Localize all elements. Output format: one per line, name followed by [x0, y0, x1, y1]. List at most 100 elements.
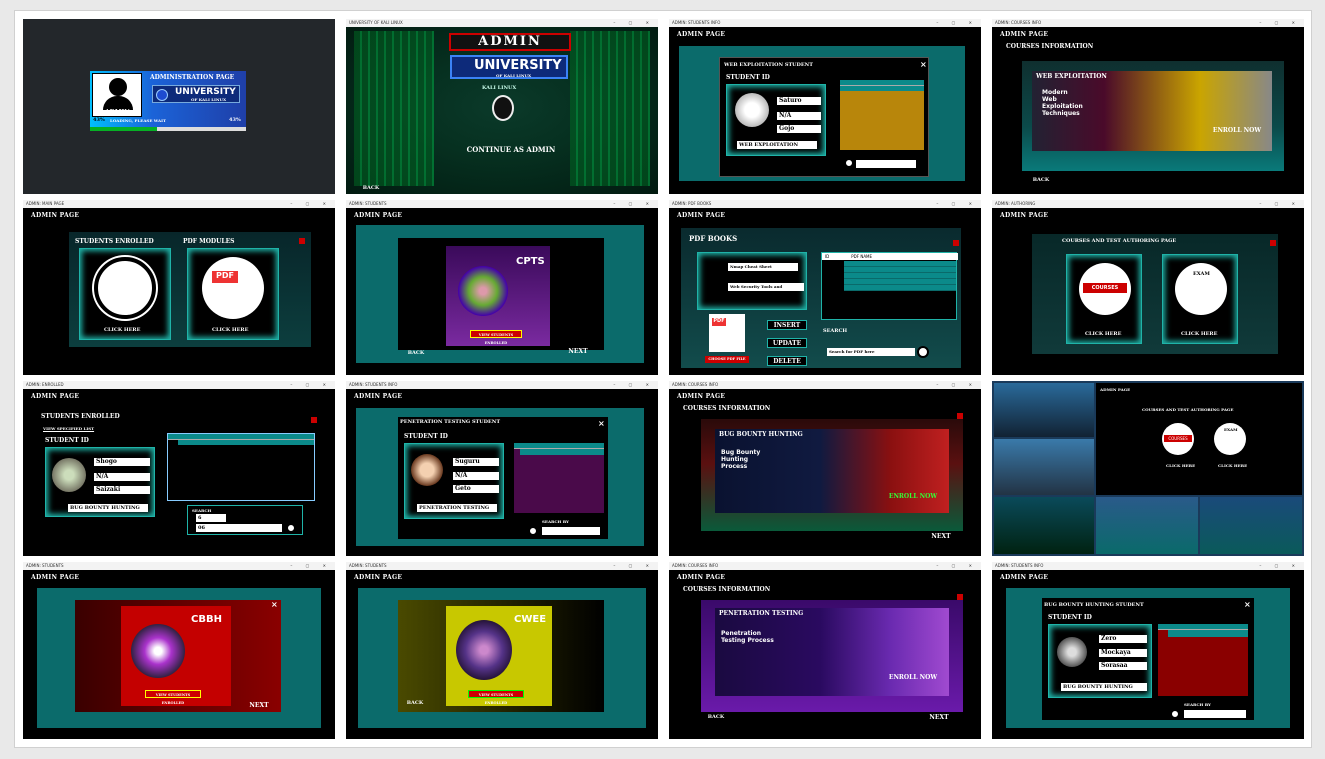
firstname-field[interactable]: Saturo — [777, 97, 821, 105]
courses-icon[interactable]: COURSES — [1162, 423, 1194, 455]
back-button[interactable]: BACK — [404, 350, 428, 356]
search-input[interactable]: 06 — [196, 524, 282, 532]
firstname-field[interactable]: Suguru — [453, 458, 499, 466]
students-card[interactable]: CLICK HERE — [79, 248, 171, 340]
middlename-field[interactable]: N/A — [94, 473, 150, 481]
course-field[interactable]: WEB EXPLOITATION — [737, 141, 817, 149]
window-controls[interactable]: – ▢ ✕ — [936, 200, 978, 208]
panel-title: WEB EXPLOITATION STUDENT — [724, 62, 813, 68]
close-icon[interactable]: × — [920, 60, 927, 69]
pdf-card[interactable]: PDF CLICK HERE — [187, 248, 279, 340]
pdf-tag: PDF — [712, 318, 726, 326]
window-controls[interactable]: – ▢ ✕ — [613, 562, 655, 570]
window-controls[interactable]: – ▢ ✕ — [936, 381, 978, 389]
middlename-field[interactable]: N/A — [453, 472, 499, 480]
table-row[interactable] — [1168, 630, 1248, 637]
next-button[interactable]: NEXT — [927, 533, 955, 540]
pdf-search-input[interactable]: Search for PDF here — [827, 348, 915, 356]
table-row[interactable] — [840, 86, 924, 91]
search-icon[interactable] — [286, 523, 296, 533]
window-controls[interactable]: – ▢ ✕ — [290, 200, 332, 208]
course-field[interactable]: PENETRATION TESTING — [417, 504, 497, 512]
view-students-button[interactable]: VIEW STUDENTS ENROLLED — [468, 690, 524, 705]
search-icon[interactable] — [528, 526, 538, 536]
window-controls[interactable]: – ▢ ✕ — [1259, 19, 1301, 27]
next-button[interactable]: NEXT — [566, 348, 590, 355]
student-panel: PENETRATION TESTING STUDENT × STUDENT ID… — [398, 417, 608, 539]
table-rows[interactable] — [844, 261, 956, 291]
table-row[interactable] — [178, 440, 314, 445]
id-field[interactable]: 6 — [196, 514, 226, 522]
students-enrolled-title: STUDENTS ENROLLED — [75, 238, 154, 245]
courses-card[interactable]: COURSES CLICK HERE — [1066, 254, 1142, 344]
choose-pdf-button[interactable]: CHOOSE PDF FILE — [705, 356, 749, 363]
course-badge: CBBH — [191, 614, 222, 625]
pdf-table[interactable]: ID PDF NAME — [821, 252, 958, 320]
close-icon[interactable]: × — [598, 419, 605, 428]
search-icon[interactable] — [917, 346, 929, 358]
window-title: ADMIN: COURSES INFO — [995, 20, 1042, 25]
view-students-button[interactable]: VIEW STUDENTS ENROLLED — [470, 330, 522, 345]
enroll-now-button[interactable]: ENROLL NOW — [885, 674, 941, 681]
next-button[interactable]: NEXT — [925, 714, 953, 721]
search-icon[interactable] — [1170, 709, 1180, 719]
course-field[interactable]: BUG BOUNTY HUNTING — [68, 504, 148, 512]
enrolled-table[interactable] — [167, 433, 315, 501]
student-table[interactable] — [514, 443, 604, 513]
tile-cpts: ADMIN: STUDENTS – ▢ ✕ ADMIN PAGE CPTS VIE… — [346, 200, 658, 375]
window-titlebar: ADMIN: PDF BOOKS – ▢ ✕ — [669, 200, 981, 208]
exam-card[interactable]: EXAM CLICK HERE — [1162, 254, 1238, 344]
search-icon[interactable] — [844, 158, 854, 168]
window-controls[interactable]: – ▢ ✕ — [936, 19, 978, 27]
close-icon[interactable] — [299, 238, 305, 244]
firstname-field[interactable]: Shogo — [94, 458, 150, 466]
enroll-now-button[interactable]: ENROLL NOW — [1212, 127, 1262, 134]
close-icon[interactable]: × — [1244, 600, 1251, 609]
insert-button[interactable]: INSERT — [767, 320, 807, 330]
course-field[interactable]: BUG BOUNTY HUNTING — [1061, 683, 1147, 691]
window-controls[interactable]: – ▢ ✕ — [1259, 200, 1301, 208]
delete-button[interactable]: DELETE — [767, 356, 807, 366]
close-icon[interactable] — [311, 417, 317, 423]
back-button[interactable]: BACK — [703, 714, 729, 720]
book-name-field[interactable]: Nmap Cheat Sheet — [728, 263, 798, 271]
update-button[interactable]: UPDATE — [767, 338, 807, 348]
lastname-field[interactable]: Sorasaa — [1099, 662, 1147, 670]
middlename-field[interactable]: Mockaya — [1099, 649, 1147, 657]
view-list-link[interactable]: VIEW SPECIFIED LIST — [43, 426, 94, 431]
window-controls[interactable]: – ▢ ✕ — [290, 381, 332, 389]
continue-as-admin-button[interactable]: CONTINUE AS ADMIN — [456, 145, 566, 154]
back-button[interactable]: BACK — [404, 700, 426, 706]
window-controls[interactable]: – ▢ ✕ — [613, 381, 655, 389]
table-row[interactable] — [520, 449, 604, 455]
exam-icon[interactable]: EXAM — [1214, 423, 1246, 455]
close-icon[interactable] — [953, 240, 959, 246]
search-field[interactable] — [1184, 710, 1246, 718]
window-controls[interactable]: – ▢ ✕ — [1259, 562, 1301, 570]
mascot-icon — [456, 620, 512, 680]
close-icon[interactable] — [1270, 240, 1276, 246]
search-field[interactable] — [856, 160, 916, 168]
back-button[interactable]: BACK — [358, 185, 384, 191]
window-controls[interactable]: – ▢ ✕ — [613, 19, 655, 27]
lastname-field[interactable]: Saizaki — [94, 486, 150, 494]
courses-icon: COURSES — [1079, 263, 1131, 315]
window-controls[interactable]: – ▢ ✕ — [613, 200, 655, 208]
author-field[interactable]: Web Security Tools and Techniques — [728, 283, 804, 297]
back-button[interactable]: BACK — [1026, 177, 1056, 183]
course-banner: BUG BOUNTY HUNTING Bug Bounty Hunting Pr… — [715, 429, 949, 513]
firstname-field[interactable]: Zero — [1099, 635, 1147, 643]
search-field[interactable] — [542, 527, 600, 535]
window-controls[interactable]: – ▢ ✕ — [936, 562, 978, 570]
view-students-button[interactable]: VIEW STUDENTS ENROLLED — [145, 690, 201, 705]
close-icon[interactable]: × — [271, 600, 278, 609]
middlename-field[interactable]: N/A — [777, 112, 821, 120]
enroll-now-button[interactable]: ENROLL NOW — [885, 493, 941, 500]
window-controls[interactable]: – ▢ ✕ — [290, 562, 332, 570]
next-button[interactable]: NEXT — [245, 702, 273, 709]
lastname-field[interactable]: Gojo — [777, 125, 821, 133]
student-table[interactable] — [840, 80, 924, 150]
lastname-field[interactable]: Geto — [453, 485, 499, 493]
student-id-label: STUDENT ID — [404, 433, 448, 440]
student-table[interactable] — [1158, 624, 1248, 696]
